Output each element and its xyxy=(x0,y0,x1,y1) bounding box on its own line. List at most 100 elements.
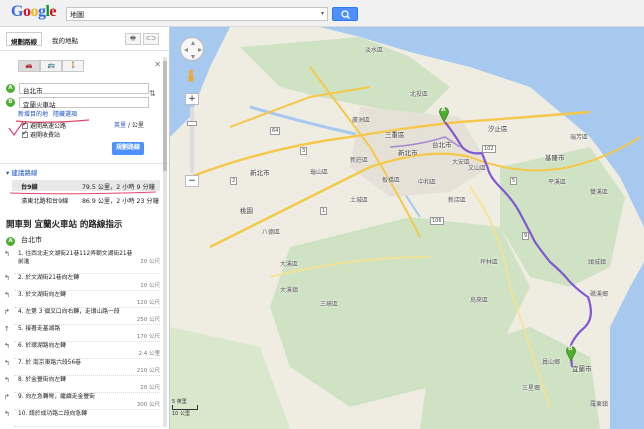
tab-directions[interactable]: 規劃路線 xyxy=(6,32,42,46)
step-divider xyxy=(14,307,160,308)
map-place-label[interactable]: 平溪區 xyxy=(548,177,566,186)
get-directions-button[interactable]: 規劃路線 xyxy=(112,142,144,155)
search-button[interactable] xyxy=(332,7,358,21)
link-icon[interactable]: ⊂⊃ xyxy=(143,33,159,45)
map-place-label[interactable]: 八德區 xyxy=(262,227,280,236)
road-shield-icon: 2 xyxy=(230,177,238,185)
zoom-out-button[interactable]: − xyxy=(185,175,199,187)
zoom-slider-handle[interactable] xyxy=(187,121,197,126)
units-miles[interactable]: 英里 xyxy=(114,122,126,129)
step-divider xyxy=(14,426,160,427)
map-place-label[interactable]: 土城區 xyxy=(350,195,368,204)
option-avoid-highways[interactable]: 避開高速公路 xyxy=(22,120,66,130)
map-place-label[interactable]: 羅東鎮 xyxy=(590,399,608,408)
marker-label: B xyxy=(568,345,573,352)
annotation-check xyxy=(8,121,24,137)
map-place-label[interactable]: 蘆洲區 xyxy=(352,115,370,124)
map-place-label[interactable]: 大溪鎮 xyxy=(280,285,298,294)
close-icon[interactable]: ✕ xyxy=(154,60,161,69)
steps-title: 開車到 宜蘭火車站 的路線指示 xyxy=(6,220,123,230)
scrollbar[interactable] xyxy=(163,57,167,427)
map-place-label[interactable]: 坪林區 xyxy=(480,257,498,266)
map-place-label[interactable]: 大溪區 xyxy=(280,259,298,268)
step-text: 10. 請於成功路二段向急轉 xyxy=(18,411,88,417)
swap-icon[interactable]: ⇅ xyxy=(149,89,156,98)
car-icon[interactable]: 🚗 xyxy=(18,60,40,72)
map-place-label[interactable]: 新店區 xyxy=(448,195,466,204)
map-place-label[interactable]: 頭城鎮 xyxy=(588,257,606,266)
map-controls: + − xyxy=(180,37,210,187)
walk-icon[interactable]: 🚶 xyxy=(62,60,85,72)
road-shield-icon: 5 xyxy=(510,177,518,185)
tab-my-places[interactable]: 我的地點 xyxy=(48,32,82,46)
travel-mode-selector: 🚗 🚌 🚶 xyxy=(18,60,85,72)
transit-icon[interactable]: 🚌 xyxy=(40,60,63,72)
step-text: 6. 於環湖路向左轉 xyxy=(18,343,66,349)
map-place-label[interactable]: 台北市 xyxy=(432,139,452,149)
suggested-routes-heading[interactable]: ▾ 建議路線 xyxy=(6,167,37,177)
road-shield-icon: 1 xyxy=(320,207,328,215)
waypoint-b: B 宜蘭火車站 xyxy=(6,97,154,109)
turn-right-icon: ↱ xyxy=(4,393,10,401)
zoom-slider[interactable] xyxy=(187,107,197,173)
units-separator: / xyxy=(127,122,130,129)
map-canvas[interactable]: 淡水區 北投區 汐止區 三重區 新北市 台北市 新莊區 板橋區 中和區 新店區 大安區 文山區 桃園 三峽… xyxy=(170,27,644,429)
option-avoid-tolls[interactable]: 避開收費站 xyxy=(22,129,60,139)
map-place-label[interactable]: 宜蘭市 xyxy=(572,363,592,373)
map-place-label[interactable]: 新莊區 xyxy=(350,155,368,164)
maps-app: Google 地圖 ▾ 規劃路線 我的地點 🖶 ⊂⊃ 🚗 🚌 🚶 ✕ A 台北市… xyxy=(0,0,644,429)
destination-field[interactable]: 宜蘭火車站 xyxy=(19,97,149,109)
turn-left-icon: ↰ xyxy=(4,274,10,282)
waypoint-a: A 台北市 xyxy=(6,83,154,95)
step-text: 7. 於 南京東路六段56巷 xyxy=(18,360,81,366)
directions-panel: 規劃路線 我的地點 🖶 ⊂⊃ 🚗 🚌 🚶 ✕ A 台北市 B 宜蘭火車站 ⇅ 新… xyxy=(0,27,170,429)
turn-left-icon: ↰ xyxy=(4,359,10,367)
step-text: 8. 於金豐街向左轉 xyxy=(18,377,66,383)
road-shield-icon: 64 xyxy=(270,127,281,135)
turn-left-icon: ↰ xyxy=(4,291,10,299)
map-place-label[interactable]: 瑞芳區 xyxy=(570,132,588,141)
chevron-down-icon[interactable]: ▾ xyxy=(321,10,324,17)
map-place-label[interactable]: 三重區 xyxy=(385,129,405,139)
step-divider xyxy=(14,341,160,342)
map-place-label[interactable]: 桃園 xyxy=(240,205,253,215)
logo-letter: o xyxy=(30,3,38,20)
map-place-label[interactable]: 三峽區 xyxy=(320,299,338,308)
step-divider xyxy=(14,273,160,274)
zoom-in-button[interactable]: + xyxy=(185,93,199,105)
marker-b-icon: B xyxy=(6,98,15,107)
scrollbar-thumb[interactable] xyxy=(163,61,167,171)
map-place-label[interactable]: 新北市 xyxy=(398,147,418,157)
route-option-2[interactable]: 濱東北路和台9線 86.9 公里，2 小時 23 分鐘 xyxy=(12,194,160,205)
step-text: 5. 接著走基湖路 xyxy=(18,326,61,332)
google-logo[interactable]: Google xyxy=(11,3,56,21)
map-place-label[interactable]: 三星鄉 xyxy=(522,383,540,392)
route-stats: 86.9 公里，2 小時 23 分鐘 xyxy=(82,198,159,205)
search-input[interactable]: 地圖 ▾ xyxy=(66,7,328,21)
straight-icon: ↑ xyxy=(4,325,10,333)
print-icon[interactable]: 🖶 xyxy=(125,33,141,45)
units-km[interactable]: 公里 xyxy=(132,122,144,129)
map-place-label[interactable]: 板橋區 xyxy=(382,175,400,184)
map-place-label[interactable]: 淡水區 xyxy=(365,45,383,54)
map-place-label[interactable]: 新北市 xyxy=(250,167,270,177)
suggested-routes-label: 建議路線 xyxy=(11,169,38,177)
step-distance: 20 公尺 xyxy=(140,259,160,265)
map-place-label[interactable]: 汐止區 xyxy=(488,123,508,133)
map-place-label[interactable]: 基隆市 xyxy=(545,152,565,162)
map-place-label[interactable]: 中和區 xyxy=(418,177,436,186)
pan-control[interactable] xyxy=(180,37,204,61)
map-place-label[interactable]: 文山區 xyxy=(468,163,486,172)
start-location-field[interactable]: 台北市 xyxy=(19,83,149,95)
step-text: 9. 向左急轉彎，繼續走金豐街 xyxy=(18,394,95,400)
map-place-label[interactable]: 北投區 xyxy=(410,89,428,98)
map-place-label[interactable]: 員山鄉 xyxy=(542,357,560,366)
scale-label-miles: 5 英里 xyxy=(172,399,187,405)
map-place-label[interactable]: 龜山區 xyxy=(310,167,328,176)
turn-left-icon: ↰ xyxy=(4,342,10,350)
road-shield-icon: 9 xyxy=(522,232,530,240)
pegman-icon[interactable] xyxy=(187,69,195,85)
map-place-label[interactable]: 雙溪區 xyxy=(590,187,608,196)
map-place-label[interactable]: 礁溪鄉 xyxy=(590,289,608,298)
map-place-label[interactable]: 烏來區 xyxy=(470,295,488,304)
